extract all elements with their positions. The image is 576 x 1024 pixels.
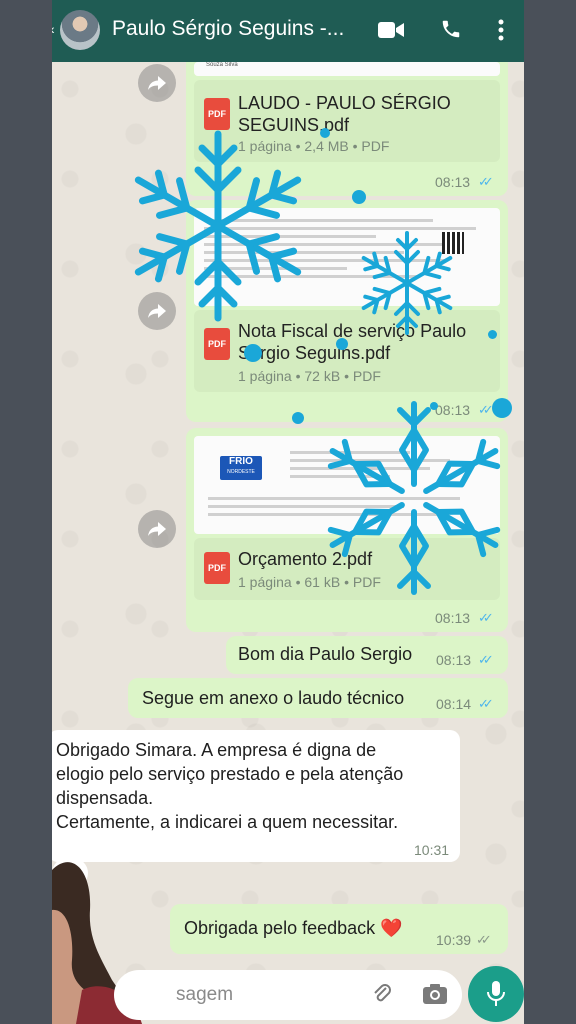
video-call-icon[interactable]: [378, 20, 404, 40]
message-line: elogio pelo serviço prestado e pela aten…: [56, 764, 404, 784]
message-text: Segue em anexo o laudo técnico: [142, 688, 405, 708]
text-message[interactable]: Bom dia Paulo Sergio 08:13 ✓✓: [226, 636, 508, 674]
contact-name[interactable]: Paulo Sérgio Seguins -...: [112, 17, 344, 41]
forward-icon: [148, 522, 166, 536]
snowflake-decoration: [356, 231, 458, 335]
company-logo: FRIO NORDESTE: [220, 456, 262, 480]
snowflake-decoration: [314, 401, 514, 598]
delivered-ticks-icon: ✓✓: [476, 932, 492, 947]
forward-icon: [148, 76, 166, 90]
chat-header: ‹ Paulo Sérgio Seguins -...: [52, 0, 524, 62]
read-ticks-icon: ✓✓: [478, 610, 494, 625]
snow-dot: [244, 344, 262, 362]
message-time: 08:14: [436, 696, 472, 712]
message-text: Bom dia Paulo Sergio: [238, 644, 413, 664]
text-message[interactable]: Segue em anexo o laudo técnico 08:14 ✓✓: [128, 678, 508, 718]
logo-subtext: NORDESTE: [227, 469, 255, 475]
snow-dot: [492, 398, 512, 418]
message-time: 10:31: [414, 842, 450, 858]
mic-icon: [487, 981, 505, 1006]
logo-text: FRIO: [229, 456, 253, 467]
forward-button[interactable]: [138, 64, 176, 102]
snow-dot: [292, 412, 304, 424]
document-meta: 1 página • 72 kB • PDF: [238, 368, 381, 384]
snow-dot: [336, 338, 348, 350]
phone-icon[interactable]: [440, 18, 462, 40]
pdf-icon: PDF: [204, 328, 230, 360]
attach-icon[interactable]: [370, 982, 394, 1006]
forward-button[interactable]: [138, 510, 176, 548]
incoming-message[interactable]: Obrigado Simara. A empresa é digna de el…: [52, 730, 460, 862]
chat-screen: ‹ Paulo Sérgio Seguins -... Souza Silva …: [52, 0, 524, 1024]
message-line: Certamente, a indicarei a quem necessita…: [56, 812, 399, 832]
message-line: Obrigado Simara. A empresa é digna de: [56, 740, 377, 760]
text-message[interactable]: Obrigada pelo feedback ❤️ 10:39 ✓✓: [170, 904, 508, 954]
back-arrow-icon[interactable]: ‹: [52, 22, 58, 36]
read-ticks-icon: ✓✓: [478, 652, 494, 667]
snow-dot: [352, 190, 366, 204]
message-time: 08:13: [435, 610, 471, 626]
snowflake-decoration: [118, 130, 318, 326]
avatar[interactable]: [60, 10, 100, 50]
document-name-line2: Sérgio Seguins.pdf: [238, 343, 391, 363]
camera-icon[interactable]: [422, 982, 448, 1006]
message-time: 10:39: [436, 932, 472, 948]
snow-dot: [430, 402, 438, 410]
mic-button[interactable]: [468, 966, 524, 1022]
snow-dot: [320, 128, 330, 138]
message-line: dispensada.: [56, 788, 154, 808]
document-name-line1: LAUDO - PAULO SÉRGIO: [238, 93, 451, 113]
message-text: Obrigada pelo feedback ❤️: [184, 918, 403, 938]
message-time: 08:13: [436, 652, 472, 668]
document-preview: Souza Silva: [194, 62, 500, 76]
message-text: Obrigado Simara. A empresa é digna de el…: [56, 738, 403, 834]
preview-text: Souza Silva: [206, 62, 238, 68]
read-ticks-icon: ✓✓: [478, 174, 494, 189]
more-vert-icon[interactable]: [496, 18, 506, 42]
message-input[interactable]: sagem: [114, 970, 462, 1020]
message-time: 08:13: [435, 174, 471, 190]
read-ticks-icon: ✓✓: [478, 696, 494, 711]
message-placeholder: sagem: [176, 984, 234, 1005]
pdf-icon: PDF: [204, 552, 230, 584]
snow-dot: [488, 330, 497, 339]
